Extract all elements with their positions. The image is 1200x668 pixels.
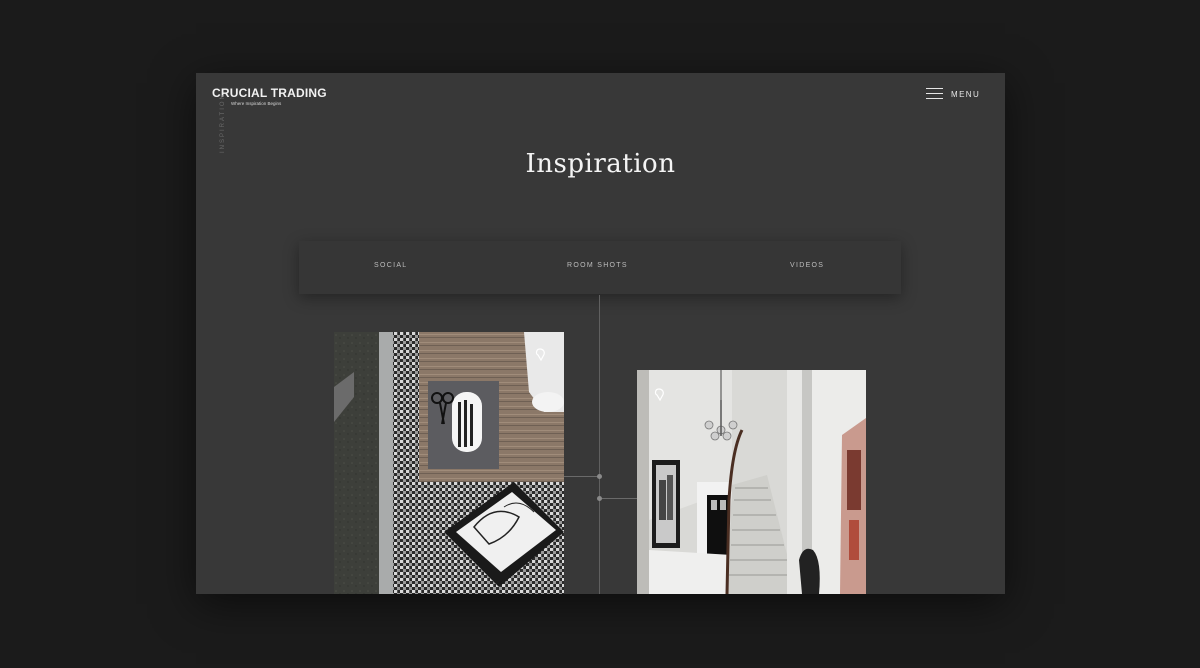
hamburger-icon[interactable] [926, 88, 943, 100]
site-window: CRUCIAL TRADING Where Inspiration Begins… [196, 73, 1005, 594]
menu-label: MENU [951, 89, 981, 99]
brand-title: CRUCIAL TRADING [212, 86, 327, 100]
brand-tagline: Where Inspiration Begins [231, 101, 282, 106]
brand-logo[interactable]: CRUCIAL TRADING Where Inspiration Begins [212, 86, 327, 106]
timeline-connector-right [600, 498, 637, 499]
staircase-room-photo[interactable] [637, 370, 866, 594]
tab-videos[interactable]: VIDEOS [790, 262, 824, 269]
timeline-connector-left [564, 476, 600, 477]
category-tabs: SOCIAL ROOM SHOTS VIDEOS [299, 241, 901, 294]
timeline-line [599, 295, 600, 594]
timeline-dot [597, 496, 602, 501]
flat-lay-rug-photo[interactable] [334, 332, 564, 594]
tab-room-shots[interactable]: ROOM SHOTS [567, 262, 628, 269]
menu-button[interactable]: MENU [926, 88, 980, 100]
side-section-label: INSPIRATION [220, 93, 226, 153]
pin-icon[interactable] [652, 388, 666, 402]
tab-social[interactable]: SOCIAL [374, 262, 407, 269]
page-title: Inspiration [525, 149, 676, 179]
timeline-dot [597, 474, 602, 479]
pin-icon[interactable] [533, 348, 547, 362]
